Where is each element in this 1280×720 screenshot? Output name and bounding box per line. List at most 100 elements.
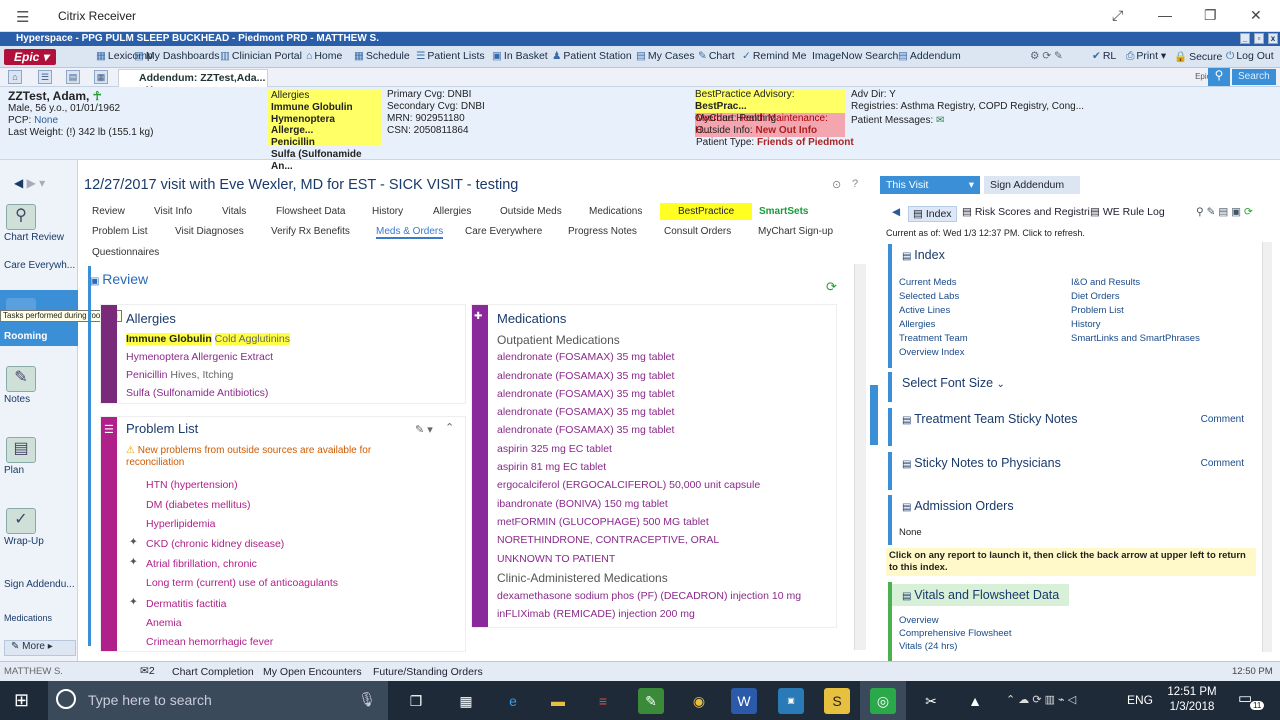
vitals-link[interactable]: Comprehensive Flowsheet	[899, 628, 1011, 639]
problem-item[interactable]: HTN (hypertension)	[146, 479, 238, 491]
tab-visit-info[interactable]: Visit Info	[154, 206, 192, 217]
index-link[interactable]: SmartLinks and SmartPhrases	[1071, 333, 1200, 344]
word-icon[interactable]: W	[731, 688, 757, 714]
risk-scores-tool[interactable]: ▤ Risk Scores and Registri	[962, 206, 1090, 218]
tab-vitals[interactable]: Vitals	[222, 206, 246, 217]
pin-icon[interactable]: ✦	[129, 556, 138, 568]
chrome-icon[interactable]: ◉	[686, 688, 712, 714]
patient-messages[interactable]: Patient Messages: ✉	[851, 115, 944, 127]
hs-restore-icon[interactable]: ▫	[1254, 33, 1264, 44]
toolbar-home[interactable]: ⌂ Home	[306, 50, 342, 62]
problem-item[interactable]: DM (diabetes mellitus)	[146, 499, 250, 511]
med-item[interactable]: metFORMIN (GLUCOPHAGE) 500 MG tablet	[497, 516, 709, 528]
tab-addendum[interactable]: Addendum: ZZTest,Ada... ✕	[118, 69, 268, 96]
toolbar-chart[interactable]: ✎ Chart	[698, 50, 735, 62]
schedule-icon[interactable]: ▦	[94, 70, 108, 84]
allergy-row[interactable]: Hymenoptera Allergenic Extract	[126, 351, 273, 363]
main-scrollbar[interactable]	[854, 264, 866, 650]
index-link[interactable]: Selected Labs	[899, 291, 959, 302]
med-item[interactable]: UNKNOWN TO PATIENT	[497, 553, 615, 565]
problem-item[interactable]: Crimean hemorrhagic fever	[146, 636, 273, 648]
med-item[interactable]: alendronate (FOSAMAX) 35 mg tablet	[497, 351, 674, 363]
problem-item[interactable]: CKD (chronic kidney disease)	[146, 538, 284, 550]
tab-problem-list[interactable]: Problem List	[92, 226, 148, 237]
med-item[interactable]: dexamethasone sodium phos (PF) (DECADRON…	[497, 590, 801, 602]
panel-tools-icon[interactable]: ⚲ ✎ ▤ ▣ ⟳	[1196, 206, 1253, 218]
index-tool[interactable]: ▤ Index	[908, 206, 957, 222]
refresh-icon[interactable]: ⟳	[1244, 206, 1253, 218]
index-link[interactable]: Active Lines	[899, 305, 950, 316]
sidebar-plan[interactable]: ▤ Plan	[0, 437, 78, 476]
toolbar-remind-me[interactable]: ✓ Remind Me	[742, 50, 807, 62]
toolbar-my-cases[interactable]: ▤ My Cases	[636, 50, 695, 62]
explorer-icon[interactable]: ▬	[545, 688, 571, 714]
outside-value[interactable]: New Out Info	[755, 125, 817, 136]
allergy-row[interactable]: Penicillin Hives, Itching	[126, 369, 233, 381]
toolbar-in-basket[interactable]: ▣ In Basket	[492, 50, 548, 62]
med-item[interactable]: aspirin 81 mg EC tablet	[497, 461, 606, 473]
problem-list-title[interactable]: Problem List	[126, 421, 198, 436]
options-icon[interactable]: ⊙	[832, 178, 841, 191]
toolbar-print[interactable]: ⎙ Print ▾	[1126, 50, 1166, 63]
toolbar-logout[interactable]: ⏻ Log Out	[1226, 50, 1274, 63]
expand-icon[interactable]: ⤢	[1112, 7, 1123, 24]
calculator-icon[interactable]: ▦	[453, 688, 479, 714]
index-link[interactable]: Allergies	[899, 319, 935, 330]
tab-medications[interactable]: Medications	[589, 206, 642, 217]
close-icon[interactable]: ✕	[1250, 7, 1262, 24]
problem-item[interactable]: Atrial fibrillation, chronic	[146, 558, 257, 570]
tab-meds-orders[interactable]: Meds & Orders	[376, 226, 444, 239]
tab-sign-addendum[interactable]: Sign Addendum	[984, 176, 1080, 194]
sidebar-wrap-up[interactable]: ✓ Wrap-Up	[0, 508, 78, 547]
vitals-link[interactable]: Vitals (24 hrs)	[899, 641, 957, 652]
toolbar-tools-icon[interactable]: ⚙ ⟳ ✎	[1030, 50, 1063, 62]
pcp-value[interactable]: None	[34, 115, 58, 126]
hs-minimize-icon[interactable]: _	[1240, 33, 1250, 44]
sidebar-sign-addendum[interactable]: Sign Addendu...	[0, 579, 78, 590]
tab-consult-orders[interactable]: Consult Orders	[664, 226, 731, 237]
wrench-icon[interactable]: ✎ ▾	[415, 423, 433, 436]
vitals-link[interactable]: Overview	[899, 615, 939, 626]
comment-link[interactable]: Comment	[1201, 414, 1244, 425]
add-icon[interactable]: ☥	[93, 89, 102, 103]
tab-outside-meds[interactable]: Outside Meds	[500, 206, 562, 217]
registries[interactable]: Registries: Asthma Registry, COPD Regist…	[851, 101, 1084, 113]
back-arrow-icon[interactable]: ◀ ▶ ▾	[14, 176, 45, 190]
toolbar-patient-station[interactable]: ♟ Patient Station	[552, 50, 632, 62]
taskbar-clock[interactable]: 12:51 PM 1/3/2018	[1162, 685, 1222, 715]
tab-care-everywhere[interactable]: Care Everywhere	[465, 226, 542, 237]
index-link[interactable]: Treatment Team	[899, 333, 968, 344]
sidebar-care-everywhere[interactable]: Care Everywh...	[0, 260, 78, 271]
toolbar-rl[interactable]: ✔ RL	[1092, 50, 1116, 62]
med-item[interactable]: inFLIXimab (REMICADE) injection 200 mg	[497, 608, 695, 620]
index-link[interactable]: I&O and Results	[1071, 277, 1140, 288]
photos-icon[interactable]: ▲	[962, 688, 988, 714]
pin-icon[interactable]: ✦	[129, 536, 138, 548]
tab-verify-rx[interactable]: Verify Rx Benefits	[271, 226, 350, 237]
tray-icons[interactable]: ⌃ ☁ ⟳ ▥ ⌁ ◁	[1006, 693, 1076, 706]
snagit-icon[interactable]: S	[824, 688, 850, 714]
tab-smartsets[interactable]: SmartSets	[759, 206, 808, 217]
pin-icon[interactable]: ✦	[129, 596, 138, 608]
back-icon[interactable]: ◀	[892, 206, 900, 218]
rule-log-tool[interactable]: ▤ WE Rule Log	[1090, 206, 1165, 218]
windows-start-icon[interactable]: ⊞	[14, 690, 29, 711]
citrix-active-app[interactable]: ◎	[860, 681, 906, 720]
tab-this-visit[interactable]: This Visit ▾	[880, 176, 980, 194]
allergy-box[interactable]: Allergies Immune Globulin Hymenoptera Al…	[268, 89, 382, 172]
index-link[interactable]: Current Meds	[899, 277, 957, 288]
tab-flowsheet[interactable]: Flowsheet Data	[276, 206, 345, 217]
refresh-icon[interactable]: ⟳	[826, 279, 837, 295]
restore-icon[interactable]: ❐	[1204, 7, 1217, 24]
task-view-icon[interactable]: ❐	[403, 688, 429, 714]
search-input[interactable]: Search	[1232, 69, 1276, 85]
message-icon[interactable]: ✉	[936, 115, 944, 126]
toolbar-dashboards[interactable]: ▤ My Dashboards	[134, 50, 219, 62]
minimize-icon[interactable]: —	[1158, 7, 1172, 23]
help-icon[interactable]: ?	[852, 178, 858, 190]
toolbar-imagenow[interactable]: ImageNow Search	[812, 50, 898, 62]
outside-problems-warning[interactable]: ⚠ New problems from outside sources are …	[126, 445, 406, 469]
menu-icon[interactable]: ☰	[16, 8, 29, 26]
snipping-icon[interactable]: ✂	[918, 688, 944, 714]
index-link[interactable]: Diet Orders	[1071, 291, 1120, 302]
